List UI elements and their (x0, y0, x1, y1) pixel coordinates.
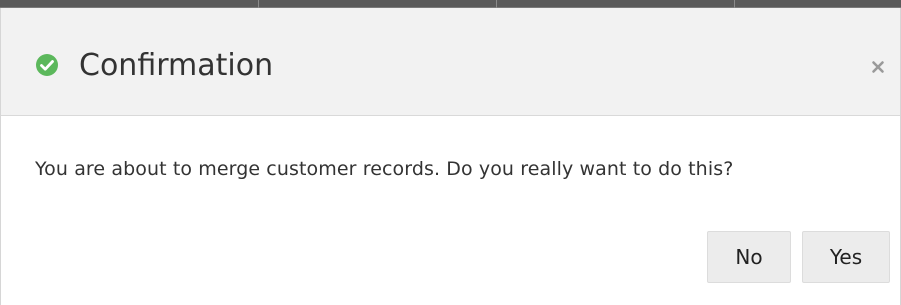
strip-divider (734, 0, 735, 8)
dialog-body: You are about to merge customer records.… (1, 116, 900, 305)
background-window-strip (0, 0, 901, 8)
strip-divider (496, 0, 497, 8)
check-circle-icon (36, 54, 58, 76)
dialog-message: You are about to merge customer records.… (35, 158, 734, 180)
no-button[interactable]: No (707, 231, 791, 283)
yes-button[interactable]: Yes (802, 231, 890, 283)
close-icon[interactable] (867, 56, 889, 78)
strip-divider (258, 0, 259, 8)
dialog-header: Confirmation (1, 8, 900, 116)
dialog-title: Confirmation (79, 48, 274, 83)
confirmation-dialog: Confirmation You are about to merge cust… (0, 8, 901, 305)
